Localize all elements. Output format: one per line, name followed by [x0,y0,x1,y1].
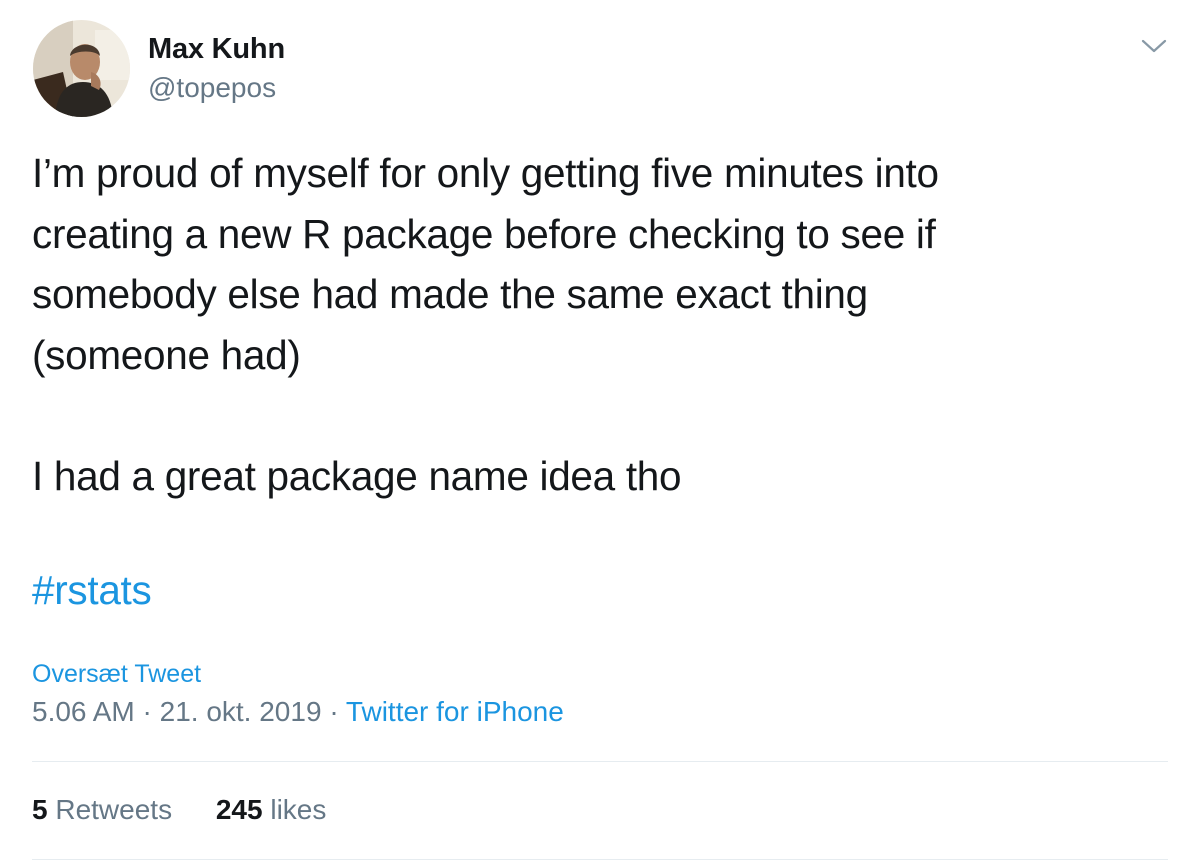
tweet-text-line: somebody else had made the same exact th… [32,271,868,317]
tweet-text-line: I had a great package name idea tho [32,452,682,499]
chevron-down-icon[interactable] [1139,33,1169,59]
hashtag-link[interactable]: #rstats [32,562,152,618]
likes-label: likes [270,794,327,825]
retweets-stat[interactable]: 5 Retweets [32,794,172,825]
tweet-source-link[interactable]: Twitter for iPhone [346,696,564,727]
tweet-stats: 5 Retweets 245 likes [32,794,362,826]
retweets-count: 5 [32,794,48,825]
tweet-text-line: I’m proud of myself for only getting fiv… [32,150,939,196]
tweet-text-line: creating a new R package before checking… [32,210,936,257]
tweet-metadata: 5.06 AM · 21. okt. 2019 · Twitter for iP… [32,696,564,728]
profile-photo-icon [33,20,130,117]
translate-tweet-link[interactable]: Oversæt Tweet [32,660,201,689]
user-handle[interactable]: @topepos [148,72,276,104]
display-name[interactable]: Max Kuhn [148,33,285,66]
tweet-date[interactable]: 21. okt. 2019 [160,696,322,727]
avatar[interactable] [33,20,130,117]
divider [32,761,1168,762]
tweet-card: Max Kuhn @topepos I’m proud of myself fo… [0,0,1200,862]
likes-count: 245 [215,794,263,825]
likes-stat[interactable]: 245 likes [216,794,327,825]
tweet-text-line: (someone had) [32,331,301,378]
meta-separator: · [329,696,339,727]
tweet-time[interactable]: 5.06 AM [32,696,135,727]
retweets-label: Retweets [55,794,173,825]
meta-separator: · [142,696,152,727]
divider [32,859,1168,860]
tweet-text: I’m proud of myself for only getting fiv… [32,143,1162,506]
